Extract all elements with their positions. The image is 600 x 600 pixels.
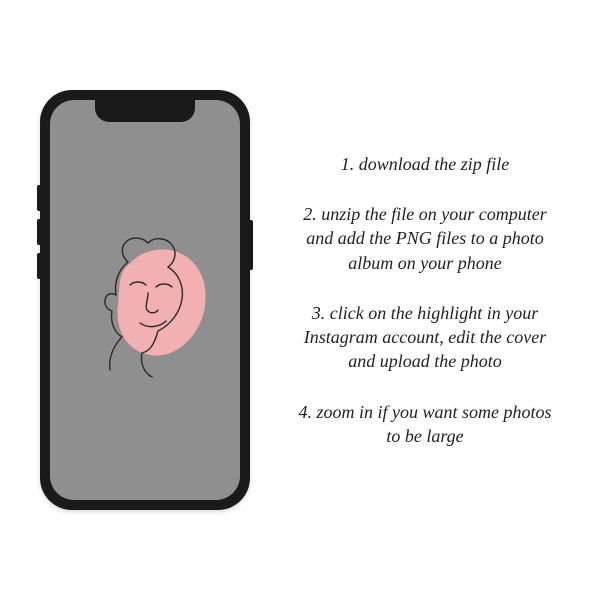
phone-screen	[50, 100, 240, 500]
phone-frame	[40, 90, 250, 510]
instruction-step: 2. unzip the file on your computer and a…	[290, 202, 560, 275]
instruction-step: 1. download the zip file	[290, 152, 560, 176]
blob-shape	[117, 249, 205, 355]
layout-container: 1. download the zip file 2. unzip the fi…	[0, 0, 600, 600]
line-art-face-icon	[70, 215, 220, 385]
instruction-step: 4. zoom in if you want some photos to be…	[290, 400, 560, 449]
phone-illustration-wrap	[30, 90, 260, 510]
phone-notch	[95, 100, 195, 122]
instruction-step: 3. click on the highlight in your Instag…	[290, 301, 560, 374]
instructions-list: 1. download the zip file 2. unzip the fi…	[260, 152, 570, 449]
